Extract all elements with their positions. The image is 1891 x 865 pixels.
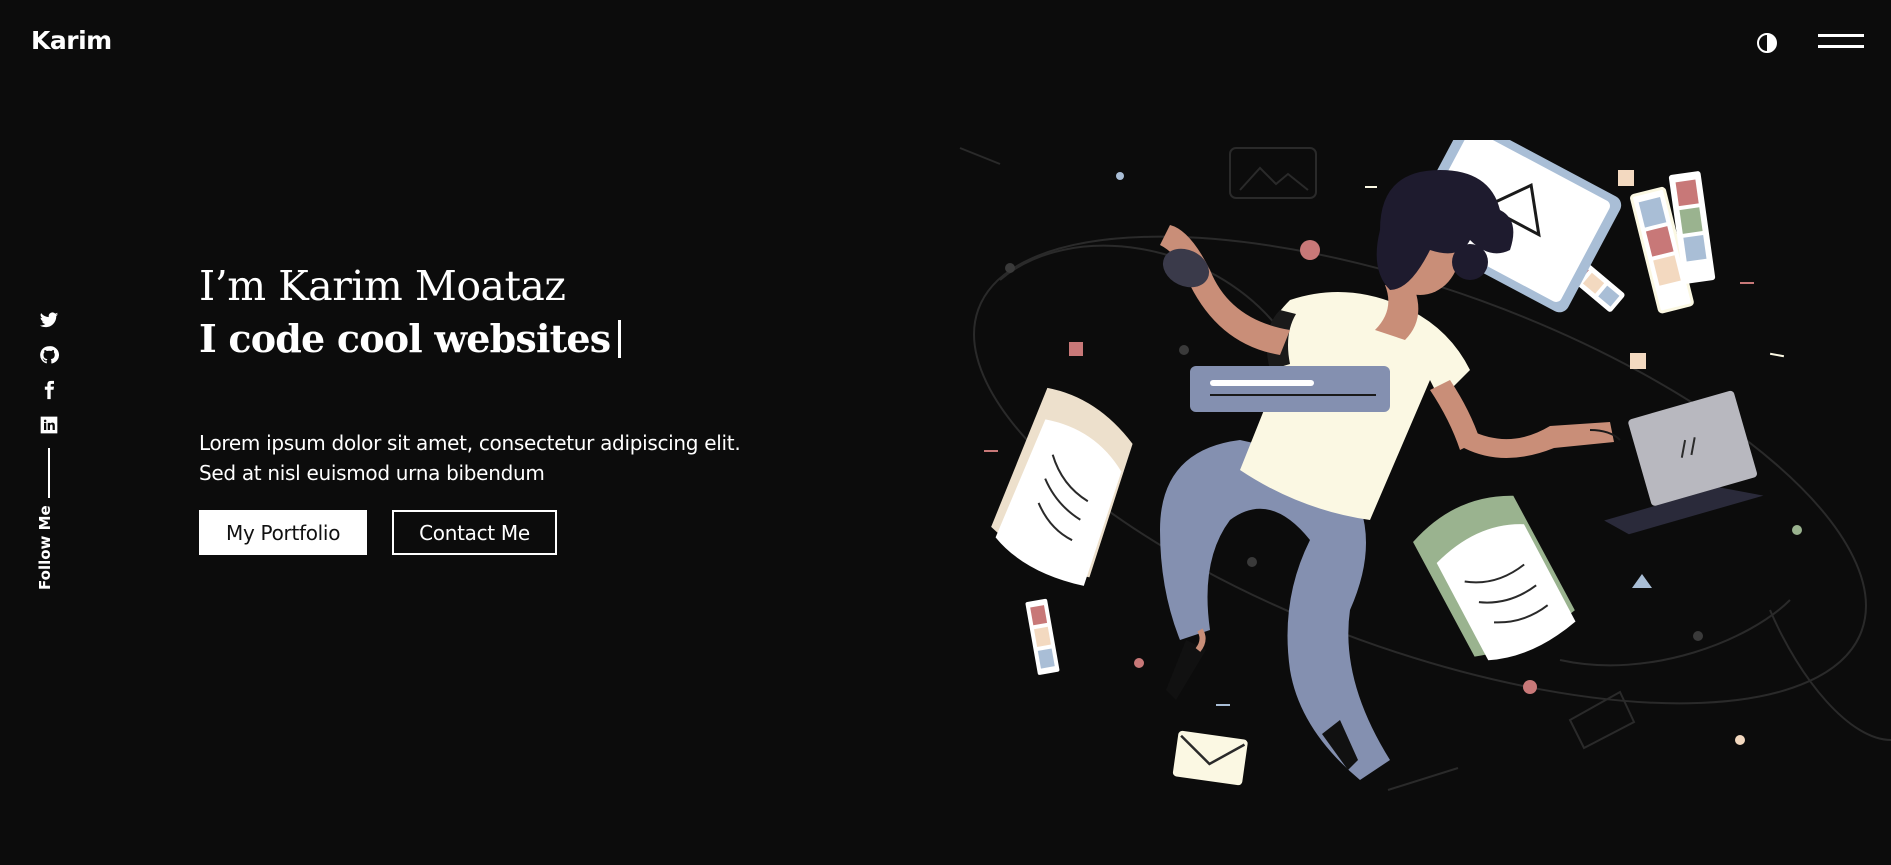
hero-buttons: My Portfolio Contact Me <box>199 510 799 555</box>
hero-tagline-text: I code cool websites <box>199 316 611 361</box>
social-divider <box>48 448 50 498</box>
twitter-link[interactable] <box>39 310 59 330</box>
hamburger-menu-icon <box>1818 34 1864 37</box>
github-link[interactable] <box>39 345 59 365</box>
page: Karim Follow Me I’m Karim Moataz I code … <box>0 0 1891 865</box>
developer-illustration <box>959 140 1891 791</box>
hamburger-menu-button[interactable] <box>1818 34 1864 56</box>
hero-description: Lorem ipsum dolor sit amet, consectetur … <box>199 431 741 485</box>
facebook-link[interactable] <box>39 380 59 400</box>
follow-me-label: Follow Me <box>36 505 54 590</box>
linkedin-icon <box>40 416 58 434</box>
hamburger-line <box>1818 45 1864 48</box>
facebook-icon <box>44 380 54 400</box>
my-portfolio-button[interactable]: My Portfolio <box>199 510 368 555</box>
github-icon <box>40 346 59 364</box>
twitter-icon <box>39 312 59 328</box>
hero-intro: I’m Karim Moataz <box>199 262 566 310</box>
contact-me-button[interactable]: Contact Me <box>392 510 557 555</box>
social-links <box>37 310 61 498</box>
theme-toggle-button[interactable] <box>1756 32 1778 54</box>
hero-section: I’m Karim Moataz I code cool websites Lo… <box>199 262 799 555</box>
linkedin-link[interactable] <box>39 415 59 435</box>
site-logo[interactable]: Karim <box>31 26 112 55</box>
contrast-icon <box>1757 33 1777 53</box>
hero-tagline: I code cool websites <box>199 310 799 368</box>
typing-cursor <box>618 320 622 358</box>
